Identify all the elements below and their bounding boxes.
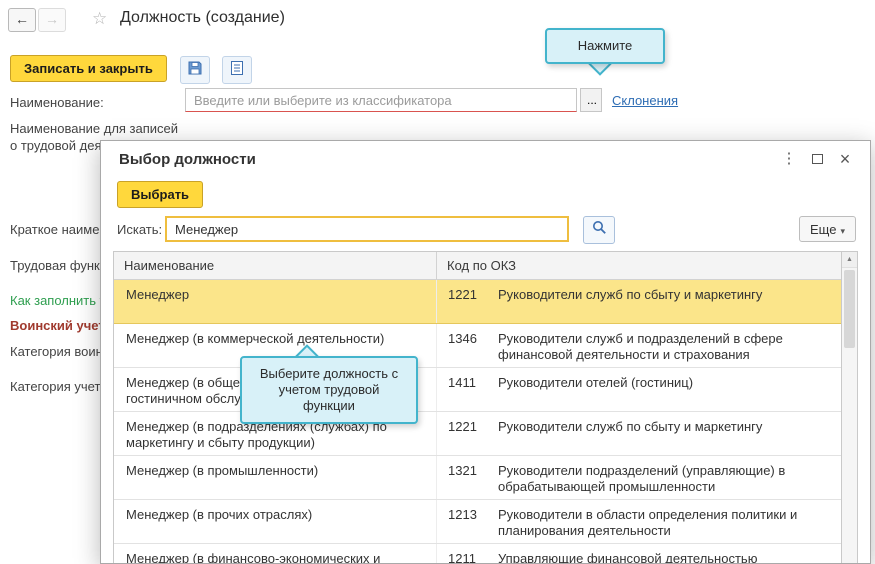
table-row[interactable]: Менеджер 1221 Руководители служб по сбыт…	[114, 280, 841, 324]
choose-from-classifier-button[interactable]: ...	[580, 88, 602, 112]
header-code[interactable]: Код по ОКЗ	[436, 252, 841, 279]
table-header: Наименование Код по ОКЗ	[114, 252, 841, 280]
save-button[interactable]	[180, 56, 210, 84]
search-label: Искать:	[117, 222, 162, 237]
table-row[interactable]: Менеджер (в подразделениях (службах) по …	[114, 412, 841, 456]
back-button[interactable]: ←	[8, 8, 36, 32]
search-input[interactable]	[165, 216, 569, 242]
close-icon[interactable]: ×	[834, 148, 856, 170]
search-icon	[592, 220, 607, 240]
dialog-title: Выбор должности	[119, 151, 256, 168]
search-button[interactable]	[583, 216, 615, 244]
callout-text: Выберите должность с учетом трудовой фун…	[240, 356, 418, 424]
name-input[interactable]	[185, 88, 577, 112]
list-icon	[229, 60, 245, 81]
callout-text: Нажмите	[545, 28, 665, 64]
forward-icon: →	[45, 11, 59, 27]
press-callout: Нажмите	[545, 28, 665, 64]
maximize-icon[interactable]	[806, 148, 828, 170]
more-menu-icon[interactable]: ⋮	[778, 148, 800, 170]
military-section-label: Воинский учет	[10, 318, 105, 333]
back-icon: ←	[15, 11, 29, 27]
scrollbar-up-icon[interactable]: ▲	[842, 252, 857, 268]
table-row[interactable]: Менеджер (в финансово-экономических и ад…	[114, 544, 841, 563]
positions-table: Наименование Код по ОКЗ Менеджер 1221 Ру…	[113, 251, 858, 563]
name-field-label: Наименование:	[10, 95, 104, 110]
table-row[interactable]: Менеджер (в прочих отраслях) 1213 Руково…	[114, 500, 841, 544]
position-select-dialog: Выбор должности ⋮ × Выбрать Искать: Еще▾…	[100, 140, 871, 564]
forward-button[interactable]: →	[38, 8, 66, 32]
history-list-button[interactable]	[222, 56, 252, 84]
table-grid: Наименование Код по ОКЗ Менеджер 1221 Ру…	[114, 252, 841, 563]
vertical-scrollbar[interactable]: ▲	[841, 252, 857, 563]
more-button[interactable]: Еще▾	[799, 216, 856, 242]
select-hint-callout: Выберите должность с учетом трудовой фун…	[240, 356, 418, 424]
favorite-star-icon[interactable]: ☆	[92, 9, 107, 29]
table-row[interactable]: Менеджер (в коммерческой деятельности) 1…	[114, 324, 841, 368]
account-category-label: Категория учета:	[10, 379, 111, 394]
table-row[interactable]: Менеджер (в общественном питании и гости…	[114, 368, 841, 412]
header-name[interactable]: Наименование	[114, 252, 436, 279]
table-row[interactable]: Менеджер (в промышленности) 1321 Руковод…	[114, 456, 841, 500]
save-icon	[187, 60, 203, 81]
select-button[interactable]: Выбрать	[117, 181, 203, 208]
save-and-close-button[interactable]: Записать и закрыть	[10, 55, 167, 82]
chevron-down-icon: ▾	[840, 226, 845, 236]
page-title: Должность (создание)	[120, 9, 285, 27]
scrollbar-thumb[interactable]	[844, 270, 855, 348]
declensions-link[interactable]: Склонения	[612, 93, 678, 108]
